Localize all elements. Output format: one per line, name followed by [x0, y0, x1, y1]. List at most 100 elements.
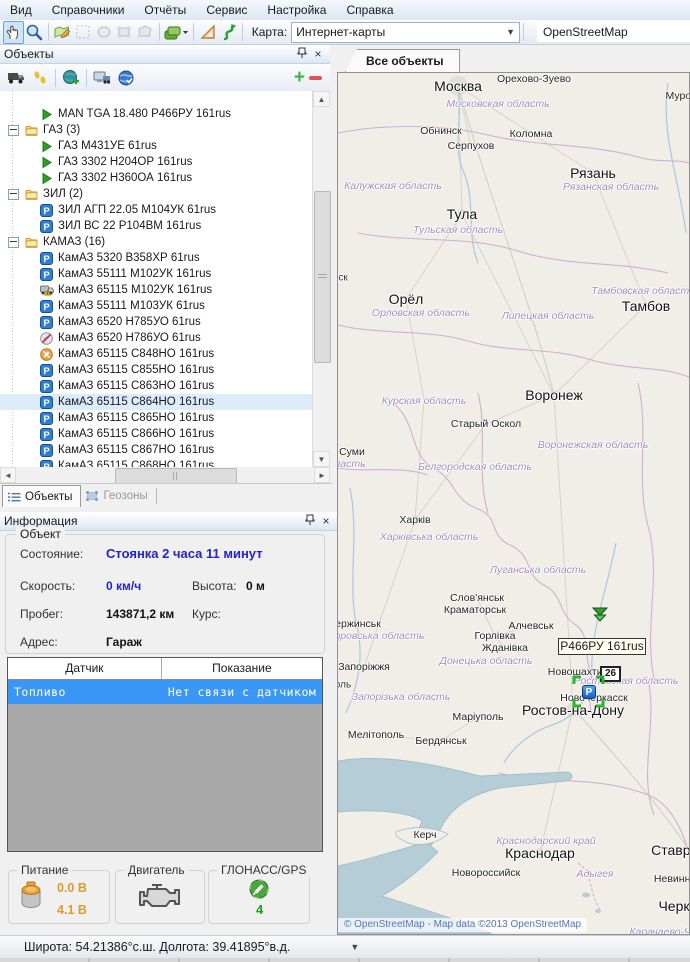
folder-icon: [25, 124, 38, 137]
map-source-label: Карта:: [252, 25, 287, 39]
menu-reports[interactable]: Отчёты: [134, 0, 196, 20]
speed-label: Скорость:: [20, 579, 75, 593]
marquee-icon[interactable]: [72, 21, 93, 44]
tree-item[interactable]: PКамАЗ 65115 С867НО 161rus: [0, 442, 313, 458]
tree-folder[interactable]: КАМАЗ (16): [0, 234, 313, 250]
address-value: Гараж: [106, 635, 142, 649]
tree-item-label: КАМАЗ (16): [43, 236, 105, 248]
map-label: Муром: [666, 90, 690, 102]
tree-item[interactable]: PКамАЗ 65115 С866НО 161rus: [0, 426, 313, 442]
footprints-icon[interactable]: [28, 66, 52, 89]
folder-icon: [25, 236, 38, 249]
tab-all-objects[interactable]: Все объекты: [345, 49, 460, 72]
sensor-column-header: Датчик: [8, 658, 162, 679]
tab-objects[interactable]: Объекты: [2, 485, 81, 507]
close-icon[interactable]: ×: [310, 47, 326, 61]
reading-column-header: Показание: [162, 658, 322, 679]
menu-directories[interactable]: Справочники: [42, 0, 135, 20]
map-label: Слов'янськ: [450, 592, 504, 604]
remove-icon[interactable]: [309, 76, 322, 80]
close-icon[interactable]: ×: [318, 514, 334, 528]
tab-geozones[interactable]: Геозоны: [81, 485, 155, 506]
tree-item-label: ЗИЛ ВС 22 Р104ВМ 161rus: [58, 220, 201, 232]
map-label: Черкесск: [658, 898, 690, 914]
truck-monitor-icon[interactable]: [90, 66, 114, 89]
arrow-green-icon: [40, 172, 53, 185]
tree-item[interactable]: PКамАЗ 65115 С864НО 161rus: [0, 394, 313, 410]
edit-map-icon[interactable]: [51, 21, 72, 44]
polygon-icon[interactable]: [135, 21, 156, 44]
map-label: Рязанская область: [563, 181, 659, 193]
scrollbar-thumb[interactable]: [314, 191, 331, 363]
menu-service[interactable]: Сервис: [196, 0, 257, 20]
scroll-down-icon[interactable]: ▼: [313, 451, 330, 467]
map-canvas[interactable]: МоскваОрехово-ЗуевоМуромМосковская облас…: [337, 72, 690, 935]
pin-icon[interactable]: [302, 514, 318, 529]
tree-item[interactable]: PКамАЗ 65115 С863НО 161rus: [0, 378, 313, 394]
map-label: Мелітополь: [348, 729, 404, 741]
chevron-down-icon[interactable]: ▼: [350, 942, 359, 952]
tree-folder[interactable]: ЗИЛ (2): [0, 186, 313, 202]
tree-folder[interactable]: ГАЗ (3): [0, 122, 313, 138]
vehicle-arrow-marker[interactable]: [591, 606, 609, 628]
parking-icon: P: [40, 444, 53, 457]
tree-item[interactable]: КамАЗ 6520 Н786УО 61rus: [0, 330, 313, 346]
tree-item[interactable]: MAN TGA 18.480 Р466РУ 161rus: [0, 106, 313, 122]
map-label: Адыгея: [576, 868, 613, 880]
tree-item[interactable]: ГАЗ 3302 Н360ОА 161rus: [0, 170, 313, 186]
truck-icon[interactable]: [4, 66, 28, 89]
tree-item[interactable]: PКамАЗ 65115 С865НО 161rus: [0, 410, 313, 426]
map-label: Бердянськ: [415, 735, 466, 747]
add-icon[interactable]: +: [294, 69, 305, 87]
parking-icon: P: [40, 396, 53, 409]
tree-item[interactable]: PКамАЗ 55111 М103УК 61rus: [0, 298, 313, 314]
table-row[interactable]: Топливо Нет связи с датчиком: [8, 680, 322, 704]
tree-item[interactable]: PКамАЗ 5320 В358ХР 61rus: [0, 250, 313, 266]
tree-item-label: КамАЗ 6520 Н786УО 61rus: [58, 332, 201, 344]
layers-icon[interactable]: [162, 21, 190, 44]
collapse-icon[interactable]: [8, 189, 19, 200]
tree-item[interactable]: PКамАЗ 55111 М102УК 161rus: [0, 266, 313, 282]
objects-panel-header: Объекты ×: [0, 45, 330, 64]
tree-item[interactable]: PЗИЛ АГП 22.05 М104УК 61rus: [0, 202, 313, 218]
tree-item[interactable]: КамАЗ 65115 С848НО 161rus: [0, 346, 313, 362]
scrollbar-thumb[interactable]: [115, 468, 237, 484]
ellipse-icon[interactable]: [93, 21, 114, 44]
tree-item[interactable]: ГАЗ 3302 Н204ОР 161rus: [0, 154, 313, 170]
rectangle-icon[interactable]: [114, 21, 135, 44]
menu-help[interactable]: Справка: [336, 0, 403, 20]
scroll-left-icon[interactable]: ◄: [0, 467, 16, 483]
globe-add-icon[interactable]: [59, 66, 83, 89]
svg-text:P: P: [43, 222, 50, 233]
tree-horizontal-scrollbar[interactable]: ◄ ►: [0, 467, 330, 483]
scroll-up-icon[interactable]: ▲: [313, 91, 330, 107]
map-provider-combobox[interactable]: OpenStreetMap: [537, 23, 690, 42]
voltage-primary: 0.0 В: [57, 881, 87, 895]
selection-corners-icon: [572, 675, 605, 711]
route-icon[interactable]: [218, 21, 239, 44]
tree-item[interactable]: ГАЗ М431УЕ 61rus: [0, 138, 313, 154]
ruler-icon[interactable]: [197, 21, 218, 44]
hand-tool-icon[interactable]: [3, 21, 24, 44]
collapse-icon[interactable]: [8, 125, 19, 136]
tree-vertical-scrollbar[interactable]: ▲ ▼: [312, 91, 330, 467]
map-base-layer: [338, 73, 689, 934]
tree-item[interactable]: КамАЗ 65115 М102УК 161rus: [0, 282, 313, 298]
svg-text:P: P: [43, 414, 50, 425]
tree-item[interactable]: P ЗИЛ ВС 22 Р104ВМ 161rus: [0, 218, 313, 234]
parking-icon: P: [40, 220, 53, 233]
toolbar-separator: [523, 23, 524, 41]
map-label: ержинськ: [337, 618, 381, 630]
map-type-combobox[interactable]: Интернет-карты ▼: [291, 22, 520, 43]
globe-blue-icon[interactable]: [114, 66, 138, 89]
toolbar-separator: [48, 23, 49, 41]
pin-icon[interactable]: [294, 47, 310, 62]
tree-item[interactable]: PКамАЗ 6520 Н785УО 61rus: [0, 314, 313, 330]
scroll-right-icon[interactable]: ►: [314, 467, 330, 483]
menu-settings[interactable]: Настройка: [257, 0, 336, 20]
menu-view[interactable]: Вид: [0, 0, 42, 20]
zoom-icon[interactable]: [24, 21, 45, 44]
tree-item[interactable]: PКамАЗ 65115 С855НО 161rus: [0, 362, 313, 378]
collapse-icon[interactable]: [8, 237, 19, 248]
map-tab-strip: Все объекты: [337, 45, 690, 72]
